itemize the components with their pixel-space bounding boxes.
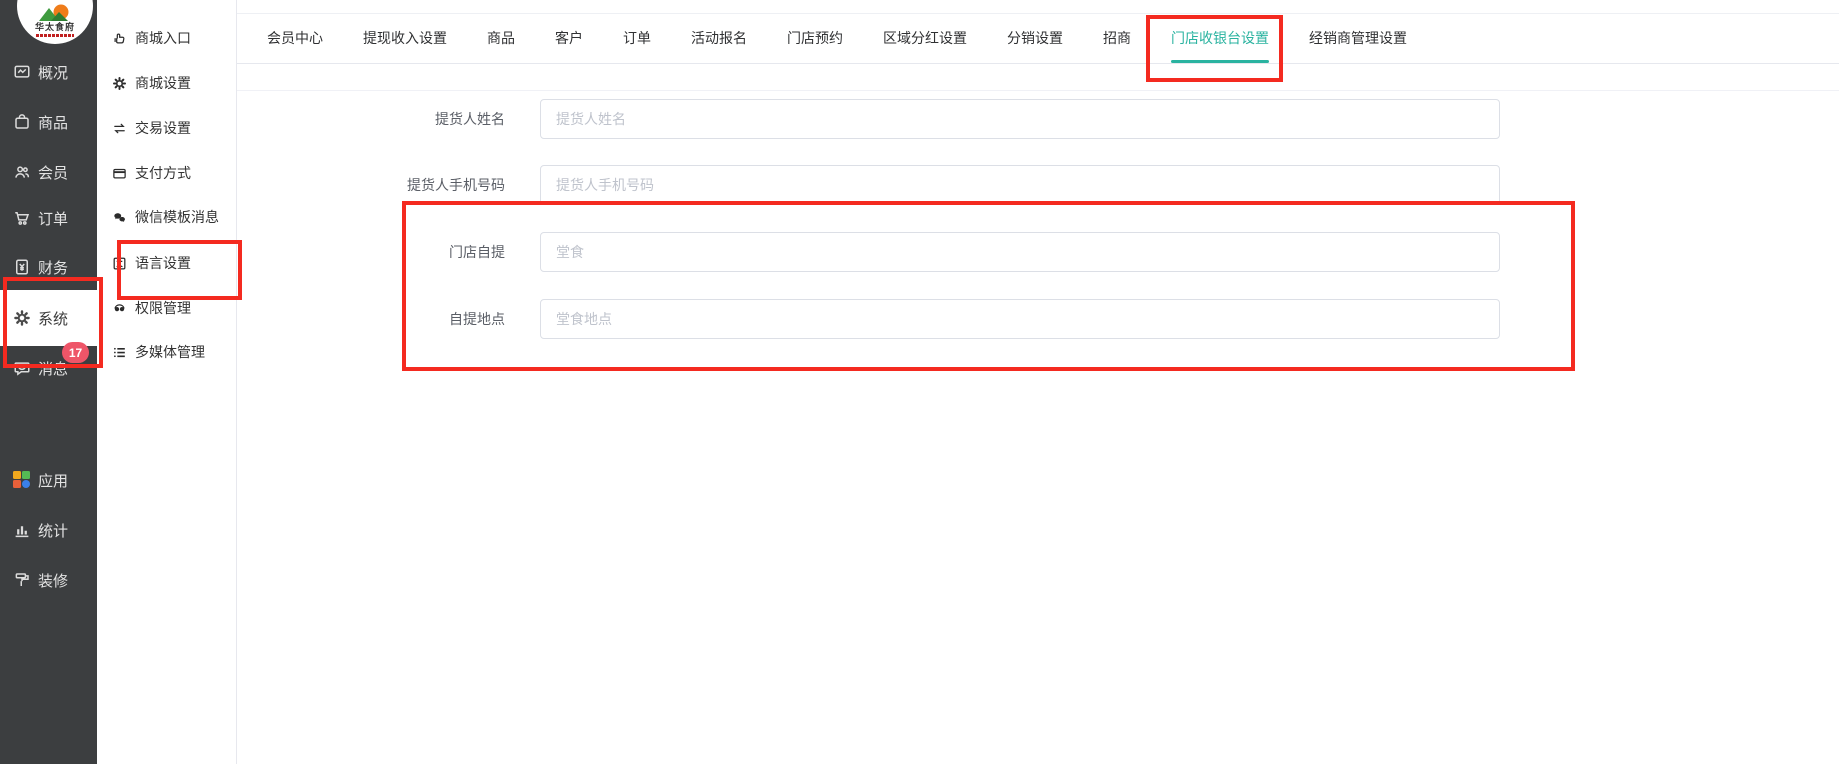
secondary-menu: 商城入口 商城设置 交易设置 支付方式 微信模板消息 语言设置 权限管理 多媒 [97,0,237,764]
tab-investment[interactable]: 招商 [1103,14,1131,63]
media-icon [112,345,127,360]
tab-bar: 会员中心 提现收入设置 商品 客户 订单 活动报名 门店预约 区域分红设置 分销… [237,13,1839,64]
decorate-icon [13,571,31,589]
members-icon [13,163,31,181]
sidebar-item-finance[interactable]: 财务 [0,243,97,291]
sidebar-item-stats[interactable]: 统计 [0,506,97,554]
sidebar-item-label: 系统 [38,308,68,329]
pickup-phone-label: 提货人手机号码 [300,165,505,205]
pickup-location-input[interactable] [540,299,1500,339]
tab-dealer-management[interactable]: 经销商管理设置 [1309,14,1407,63]
messages-icon [13,359,31,377]
menu-item-label: 权限管理 [135,298,191,318]
sidebar-item-label: 统计 [38,520,68,541]
tab-activity-signup[interactable]: 活动报名 [691,14,747,63]
brand-name: 华太食府 [35,22,75,33]
sidebar-item-label: 会员 [38,162,68,183]
menu-item-language[interactable]: 语言设置 [97,247,237,279]
menu-item-payment[interactable]: 支付方式 [97,157,237,189]
language-icon [112,256,127,271]
sidebar-item-orders[interactable]: 订单 [0,194,97,242]
form-row-pickup-phone: 提货人手机号码 [0,165,1839,205]
sidebar-item-label: 商品 [38,112,68,133]
stats-icon [13,521,31,539]
tab-store-booking[interactable]: 门店预约 [787,14,843,63]
form-row-pickup-location: 自提地点 [0,299,1839,339]
sidebar-item-members[interactable]: 会员 [0,148,97,196]
menu-item-mall-entry[interactable]: 商城入口 [97,22,237,54]
orders-icon [13,209,31,227]
brand-logo[interactable]: 华太食府 [17,0,93,44]
tab-withdraw-income[interactable]: 提现收入设置 [363,14,447,63]
payment-icon [112,166,127,181]
system-badge: 17 [62,342,89,363]
menu-item-label: 多媒体管理 [135,342,205,362]
overview-icon [13,63,31,81]
menu-item-mall-settings[interactable]: 商城设置 [97,67,237,99]
pickup-phone-input[interactable] [540,165,1500,205]
tab-distribution[interactable]: 分销设置 [1007,14,1063,63]
tab-goods[interactable]: 商品 [487,14,515,63]
menu-item-permissions[interactable]: 权限管理 [97,292,237,324]
sidebar-item-apps[interactable]: 应用 [0,456,97,504]
menu-item-label: 微信模板消息 [135,207,219,227]
finance-icon [13,258,31,276]
brand-logo-icon [35,4,75,22]
mall-settings-icon [112,76,127,91]
sidebar-item-goods[interactable]: 商品 [0,98,97,146]
sidebar-item-label: 应用 [38,470,68,491]
permissions-icon [112,301,127,316]
primary-sidebar: 华太食府 概况 商品 会员 订单 财务 系统 消息 [0,0,97,764]
sidebar-item-decorate[interactable]: 装修 [0,556,97,604]
menu-item-trade-settings[interactable]: 交易设置 [97,112,237,144]
wechat-template-icon [112,210,127,225]
menu-item-label: 交易设置 [135,118,191,138]
sidebar-item-label: 概况 [38,62,68,83]
tab-region-dividend[interactable]: 区域分红设置 [883,14,967,63]
pickup-name-label: 提货人姓名 [300,99,505,139]
menu-item-label: 语言设置 [135,253,191,273]
divider [237,90,1839,91]
menu-item-wechat-template[interactable]: 微信模板消息 [97,201,237,233]
tab-orders[interactable]: 订单 [623,14,651,63]
sidebar-item-system[interactable]: 系统 [0,290,97,346]
apps-icon [13,471,31,489]
app-window: 华太食府 概况 商品 会员 订单 财务 系统 消息 [0,0,1839,764]
menu-item-media[interactable]: 多媒体管理 [97,336,237,368]
tab-customers[interactable]: 客户 [555,14,583,63]
sidebar-item-label: 订单 [38,208,68,229]
mall-entry-icon [112,31,127,46]
sidebar-item-label: 装修 [38,570,68,591]
menu-item-label: 商城设置 [135,73,191,93]
sidebar-item-label: 财务 [38,257,68,278]
store-pickup-label: 门店自提 [300,232,505,272]
sidebar-item-label: 消息 [38,358,68,379]
tab-member-center[interactable]: 会员中心 [267,14,323,63]
form-row-pickup-name: 提货人姓名 [0,99,1839,139]
form-row-store-pickup: 门店自提 [0,232,1839,272]
menu-item-label: 商城入口 [135,28,191,48]
pickup-location-label: 自提地点 [300,299,505,339]
pickup-name-input[interactable] [540,99,1500,139]
menu-item-label: 支付方式 [135,163,191,183]
sidebar-item-overview[interactable]: 概况 [0,48,97,96]
system-gear-icon [13,309,31,327]
goods-icon [13,113,31,131]
store-pickup-input[interactable] [540,232,1500,272]
brand-tagline-strip [36,34,74,37]
trade-settings-icon [112,121,127,136]
tab-store-cashier[interactable]: 门店收银台设置 [1171,14,1269,63]
